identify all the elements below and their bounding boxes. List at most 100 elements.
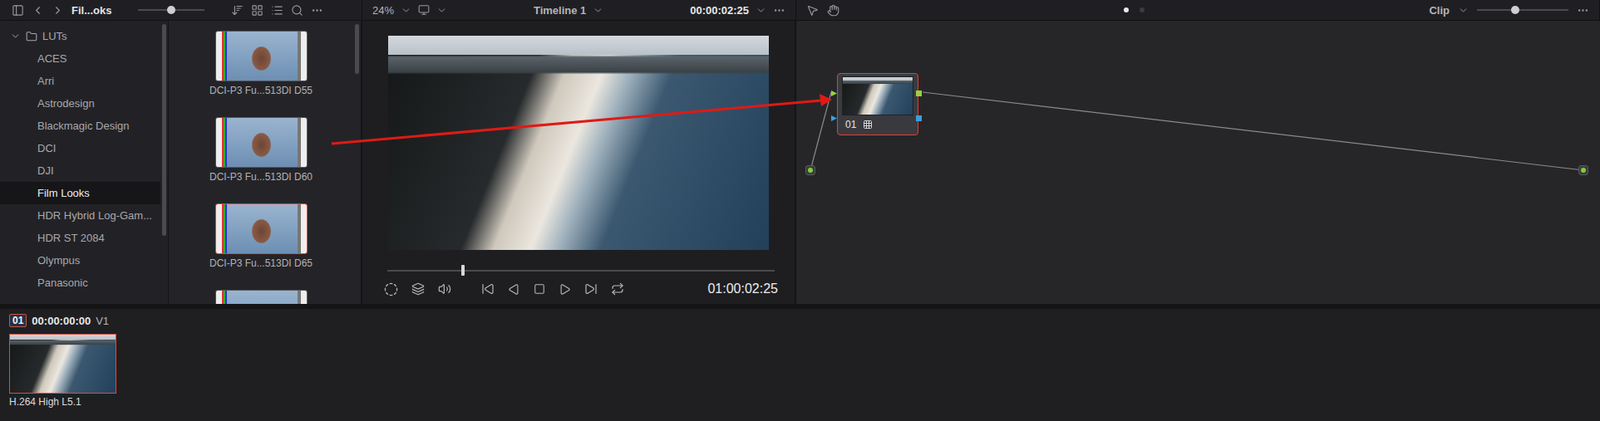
more-icon[interactable] (310, 4, 324, 17)
color-node[interactable]: 01 (836, 73, 919, 136)
page-dot[interactable] (1123, 7, 1129, 13)
node-toolbar: Clip (796, 0, 1600, 20)
final-output[interactable] (1578, 165, 1589, 176)
zoom-level[interactable]: 24% (372, 4, 394, 17)
input-wire (810, 92, 832, 171)
lut-label: DCI-P3 Fu...513DI D60 (209, 171, 313, 183)
thumb-size-slider[interactable] (137, 9, 205, 11)
chevron-down-icon[interactable] (592, 4, 604, 16)
key-input-port[interactable] (831, 115, 837, 122)
node-zoom-slider[interactable] (1476, 9, 1569, 11)
clip-timecode: 00:00:00:00 (31, 315, 91, 328)
clip-number: 01 (9, 314, 27, 328)
node-thumbnail (841, 76, 914, 116)
slider-knob[interactable] (167, 5, 176, 15)
lut-thumbnail-list: DCI-P3 Fu...513DI D55 DCI-P3 Fu...513DI D… (168, 20, 354, 305)
viewer-timecode: 01:00:02:25 (707, 281, 778, 297)
skip-back-icon[interactable] (481, 282, 495, 296)
node-mode[interactable]: Clip (1428, 4, 1450, 17)
scroll-thumb[interactable] (354, 24, 360, 74)
more-icon[interactable] (1576, 4, 1590, 17)
output-wire (922, 92, 1584, 171)
chevron-down-icon[interactable] (436, 4, 448, 16)
folder-icon[interactable] (25, 30, 38, 43)
lut-thumbnail[interactable]: DCI-P3 Fu...513DI D65 (209, 203, 313, 286)
lut-label: DCI-P3 Fu...513DI D55 (209, 84, 313, 97)
color-page: Fil...oks 24% Timeline 1 00:00:02:25 Clip LUT… (0, 0, 1600, 421)
more-icon[interactable] (772, 4, 786, 17)
playhead[interactable] (461, 265, 465, 276)
tree-item[interactable]: Olympus (0, 249, 161, 272)
tree-item[interactable]: ACES (0, 47, 161, 70)
stop-icon[interactable] (533, 283, 546, 296)
tree-item[interactable]: Astrodesign (0, 92, 161, 115)
track-label: V1 (95, 315, 109, 328)
tree-item[interactable]: Blackmagic Design (0, 114, 161, 138)
chevron-down-icon[interactable] (1457, 4, 1469, 16)
slider-knob[interactable] (1511, 5, 1520, 15)
forward-icon[interactable] (51, 4, 64, 17)
hand-icon[interactable] (827, 4, 840, 17)
tree-scrollbar[interactable] (160, 20, 168, 305)
rgb-input-port[interactable] (831, 90, 837, 97)
tree-item[interactable]: DCI (0, 137, 161, 160)
back-icon[interactable] (31, 4, 45, 17)
chevron-down-icon[interactable] (400, 4, 412, 16)
main-area: LUTsACESArriAstrodesignBlackmagic Design… (0, 20, 1600, 305)
lut-preview[interactable] (215, 290, 308, 305)
expand-icon[interactable] (9, 30, 21, 42)
tree-item[interactable]: DJI (0, 159, 161, 183)
rgb-output-port[interactable] (915, 90, 922, 97)
panel-title: Fil...oks (71, 4, 112, 17)
tree-item[interactable]: HDR Hybrid Log-Gam... (0, 204, 161, 227)
pointer-icon[interactable] (806, 4, 819, 17)
loop-icon[interactable] (610, 282, 625, 296)
panel-toggle-icon[interactable] (11, 4, 25, 17)
tree-item[interactable]: Panasonic (0, 271, 161, 295)
clip-thumbnail[interactable] (9, 334, 117, 394)
lut-browser-toolbar: Fil...oks (0, 0, 363, 20)
lut-preview[interactable] (215, 117, 308, 168)
page-dot[interactable] (1139, 7, 1145, 13)
lut-thumbnail[interactable] (215, 290, 308, 305)
lut-thumbnail[interactable]: DCI-P3 Fu...513DI D55 (209, 30, 313, 113)
scroll-thumb[interactable] (162, 24, 167, 237)
play-icon[interactable] (558, 283, 572, 296)
timeline-name[interactable]: Timeline 1 (533, 4, 586, 17)
layers-icon[interactable] (411, 282, 425, 296)
lut-grid-icon (862, 119, 873, 130)
viewer-mode-icon[interactable] (418, 4, 430, 16)
source-input[interactable] (805, 165, 816, 176)
lasso-icon[interactable] (384, 282, 399, 297)
chevron-down-icon[interactable] (755, 4, 767, 16)
timeline-timecode[interactable]: 00:00:02:25 (689, 4, 749, 17)
search-icon[interactable] (290, 4, 304, 17)
clip[interactable]: H.264 High L5.1 (9, 334, 134, 409)
lut-preview[interactable] (215, 30, 308, 82)
lut-preview[interactable] (215, 203, 308, 255)
viewer-frame (388, 35, 769, 251)
tree-root[interactable]: LUTs (0, 24, 161, 48)
thumbnail-scrollbar[interactable] (353, 20, 361, 305)
viewer: 01:00:02:25 (362, 20, 797, 305)
tree-item[interactable]: HDR ST 2084 (0, 226, 161, 250)
node-editor: 01 (796, 20, 1600, 305)
node-label: 01 (845, 118, 857, 131)
key-output-port[interactable] (915, 115, 922, 122)
skip-forward-icon[interactable] (584, 282, 598, 296)
tree-item[interactable]: Film Looks (0, 182, 161, 205)
volume-icon[interactable] (438, 282, 452, 296)
tree-item[interactable]: Arri (0, 69, 161, 93)
grid-view-icon[interactable] (251, 4, 264, 17)
annotation-arrow (0, 0, 1600, 421)
lut-label: DCI-P3 Fu...513DI D65 (209, 257, 313, 270)
list-view-icon[interactable] (270, 4, 284, 17)
clip-label: H.264 High L5.1 (9, 396, 134, 409)
sort-icon[interactable] (231, 4, 244, 17)
viewer-stage (362, 20, 795, 262)
top-toolbar: Fil...oks 24% Timeline 1 00:00:02:25 Clip (0, 0, 1600, 21)
scrub-bar[interactable] (387, 270, 775, 272)
lut-thumbnail[interactable]: DCI-P3 Fu...513DI D60 (209, 117, 313, 199)
page-dots (1123, 7, 1145, 13)
reverse-play-icon[interactable] (507, 283, 521, 296)
